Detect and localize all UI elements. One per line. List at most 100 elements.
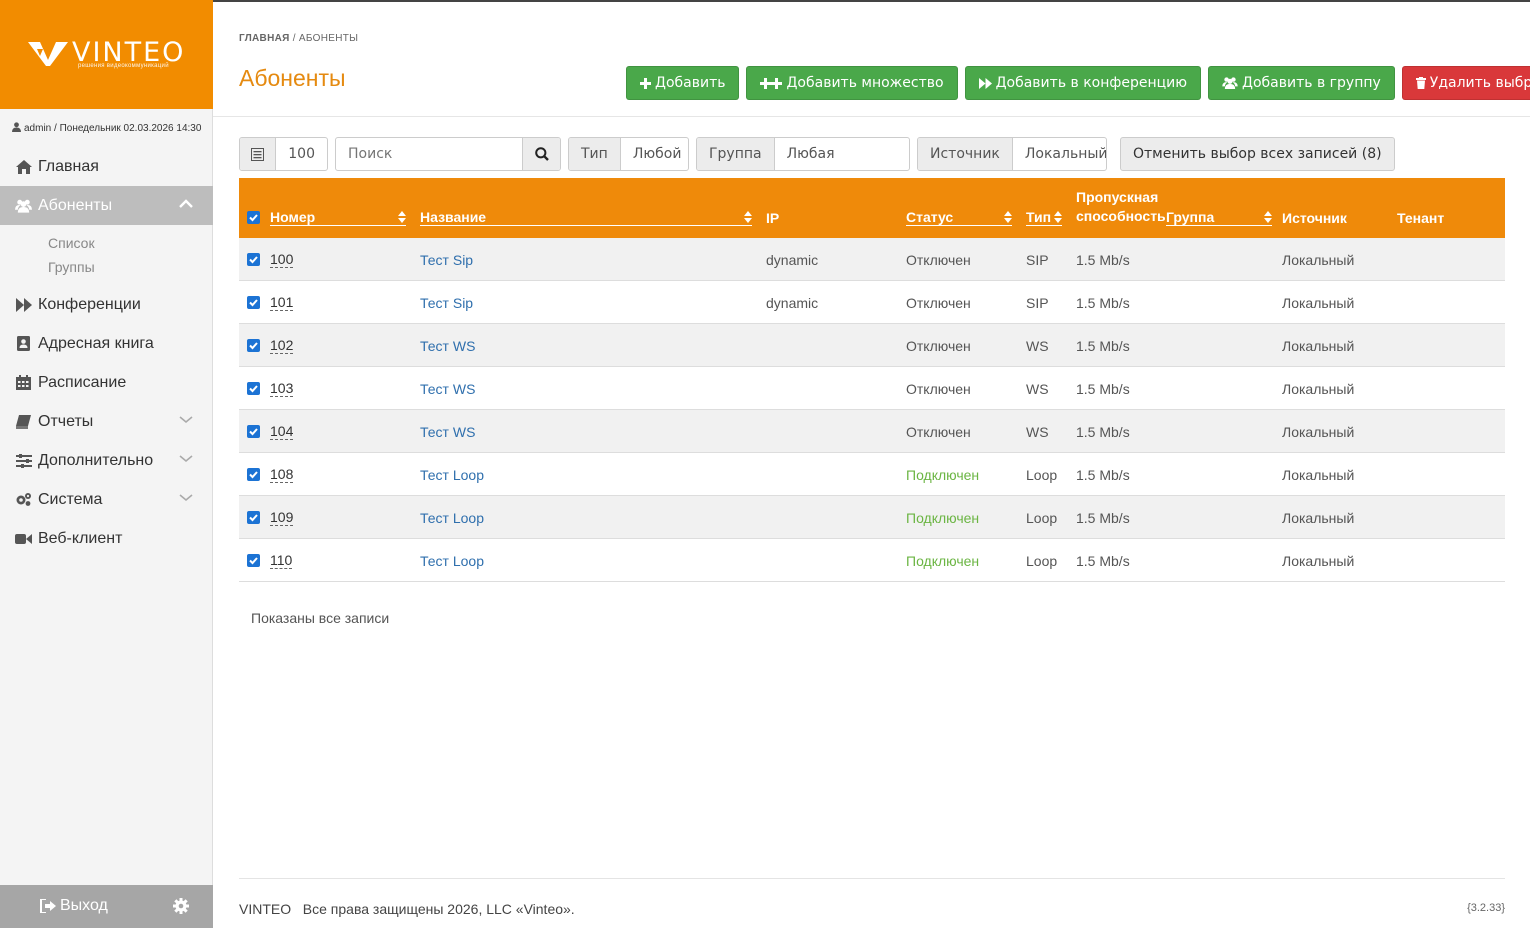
cell-number[interactable]: 110	[270, 552, 293, 569]
sidebar-item-additional[interactable]: Дополнительно	[0, 441, 213, 480]
cell-name[interactable]: Тест Loop	[420, 510, 484, 526]
breadcrumb-home[interactable]: ГЛАВНАЯ	[239, 33, 290, 44]
footer-brand: VINTEO	[239, 901, 292, 917]
table-row[interactable]: 103 Тест WS Отключен WS 1.5 Mb/s Локальный	[239, 367, 1505, 410]
row-checkbox[interactable]	[247, 382, 260, 395]
cell-name[interactable]: Тест WS	[420, 424, 475, 440]
cell-name[interactable]: Тест WS	[420, 338, 475, 354]
unselect-all-button[interactable]: Отменить выбор всех записей (8)	[1120, 137, 1395, 171]
row-checkbox[interactable]	[247, 253, 260, 266]
columns-toggle-button[interactable]	[240, 138, 277, 170]
cell-number[interactable]: 103	[270, 380, 294, 397]
cell-number[interactable]: 100	[270, 251, 294, 268]
source-filter[interactable]: Источник Локальный	[917, 137, 1107, 171]
type-filter-value[interactable]: Любой	[621, 138, 688, 170]
row-checkbox[interactable]	[247, 511, 260, 524]
subnav-groups[interactable]: Группы	[48, 255, 213, 279]
check-icon	[249, 299, 258, 307]
column-header-type[interactable]: Тип	[1026, 209, 1062, 226]
select-all-checkbox[interactable]	[247, 211, 260, 224]
add-button[interactable]: Добавить	[626, 66, 740, 100]
column-header-number[interactable]: Номер	[270, 209, 406, 226]
cell-number[interactable]: 108	[270, 466, 294, 483]
sidebar-item-address-book[interactable]: Адресная книга	[0, 324, 213, 363]
cell-number[interactable]: 109	[270, 509, 294, 526]
row-checkbox[interactable]	[247, 339, 260, 352]
sign-out-icon	[40, 899, 56, 913]
column-header-group[interactable]: Группа	[1166, 209, 1272, 226]
cell-name[interactable]: Тест Sip	[420, 295, 473, 311]
table-body: 100 Тест Sip dynamic Отключен SIP 1.5 Mb/s Лок…	[239, 238, 1505, 582]
table-row[interactable]: 100 Тест Sip dynamic Отключен SIP 1.5 Mb/s Лок…	[239, 238, 1505, 281]
list-icon	[251, 147, 265, 161]
sidebar-item-system[interactable]: Система	[0, 480, 213, 519]
cell-name[interactable]: Тест Loop	[420, 467, 484, 483]
sidebar-item-subscribers[interactable]: Абоненты	[0, 186, 213, 225]
footer-copyright-text: Все права защищены 2026, LLC «Vinteo».	[302, 901, 575, 917]
user-icon	[12, 122, 21, 132]
cell-status: Подключен	[906, 510, 980, 526]
subnav-list[interactable]: Список	[48, 231, 213, 255]
cell-number[interactable]: 104	[270, 423, 294, 440]
row-checkbox[interactable]	[247, 296, 260, 309]
add-many-button[interactable]: Добавить множество	[746, 66, 958, 100]
chevron-down-icon[interactable]	[179, 415, 193, 425]
delete-selected-button[interactable]: Удалить выбранные	[1401, 66, 1530, 100]
settings-gear-icon[interactable]	[173, 898, 189, 914]
sidebar-item-reports[interactable]: Отчеты	[0, 402, 213, 441]
sidebar-item-conferences[interactable]: Конференции	[0, 285, 213, 324]
source-filter-value[interactable]: Локальный	[1013, 138, 1106, 170]
group-filter[interactable]: Группа Любая	[696, 137, 910, 171]
column-header-source: Источник	[1282, 210, 1347, 226]
cell-type: SIP	[1026, 252, 1049, 268]
records-info: Показаны все записи	[251, 610, 390, 626]
table-row[interactable]: 104 Тест WS Отключен WS 1.5 Mb/s Локальный	[239, 410, 1505, 453]
cell-type: WS	[1026, 338, 1049, 354]
sidebar-item-web-client[interactable]: Веб-клиент	[0, 519, 213, 558]
cell-name[interactable]: Тест WS	[420, 381, 475, 397]
type-filter[interactable]: Тип Любой	[568, 137, 689, 171]
chevron-down-icon[interactable]	[179, 454, 193, 464]
row-checkbox[interactable]	[247, 554, 260, 567]
group-filter-value[interactable]: Любая	[775, 138, 909, 170]
table-row[interactable]: 109 Тест Loop Подключен Loop 1.5 Mb/s Локальн…	[239, 496, 1505, 539]
cell-name[interactable]: Тест Sip	[420, 252, 473, 268]
sort-icon	[398, 211, 406, 223]
row-checkbox[interactable]	[247, 468, 260, 481]
column-header-name[interactable]: Название	[420, 209, 752, 226]
cell-bandwidth: 1.5 Mb/s	[1076, 467, 1130, 483]
cell-ip: dynamic	[766, 252, 819, 268]
cell-number[interactable]: 102	[270, 337, 294, 354]
table-row[interactable]: 102 Тест WS Отключен WS 1.5 Mb/s Локальный	[239, 324, 1505, 367]
cell-type: Loop	[1026, 467, 1058, 483]
add-to-conference-button[interactable]: Добавить в конференцию	[964, 66, 1202, 100]
add-to-group-button[interactable]: Добавить в группу	[1208, 66, 1395, 100]
row-checkbox[interactable]	[247, 425, 260, 438]
sliders-icon	[15, 453, 32, 469]
cell-type: Loop	[1026, 553, 1058, 569]
column-header-status[interactable]: Статус	[906, 209, 1012, 226]
add-to-group-button-label: Добавить в группу	[1242, 75, 1381, 91]
sidebar-item-schedule[interactable]: Расписание	[0, 363, 213, 402]
search-button[interactable]	[522, 138, 560, 170]
fast-forward-icon	[15, 297, 32, 313]
chevron-down-icon[interactable]	[179, 493, 193, 503]
table-row[interactable]: 101 Тест Sip dynamic Отключен SIP 1.5 Mb/s Лок…	[239, 281, 1505, 324]
cell-number[interactable]: 101	[270, 294, 294, 311]
cell-type: SIP	[1026, 295, 1049, 311]
page-size-control: 100	[239, 137, 328, 171]
page-size-value[interactable]: 100	[276, 138, 327, 170]
add-many-button-label: Добавить множество	[786, 75, 944, 91]
sidebar-item-label: Веб-клиент	[38, 529, 123, 547]
logo[interactable]: VINTEO решения видеокоммуникаций	[0, 0, 213, 109]
user-info: admin / Понедельник 02.03.2026 14:30	[12, 122, 201, 134]
sidebar-item-home[interactable]: Главная	[0, 147, 213, 186]
cell-status: Отключен	[906, 295, 971, 311]
table-row[interactable]: 110 Тест Loop Подключен Loop 1.5 Mb/s Локальн…	[239, 539, 1505, 582]
table-row[interactable]: 108 Тест Loop Подключен Loop 1.5 Mb/s Локальн…	[239, 453, 1505, 496]
delete-selected-button-label: Удалить выбранные	[1429, 75, 1530, 91]
logout-button[interactable]: Выход	[40, 897, 108, 915]
search-input[interactable]	[336, 138, 522, 170]
cell-name[interactable]: Тест Loop	[420, 553, 484, 569]
cell-source: Локальный	[1282, 252, 1355, 268]
